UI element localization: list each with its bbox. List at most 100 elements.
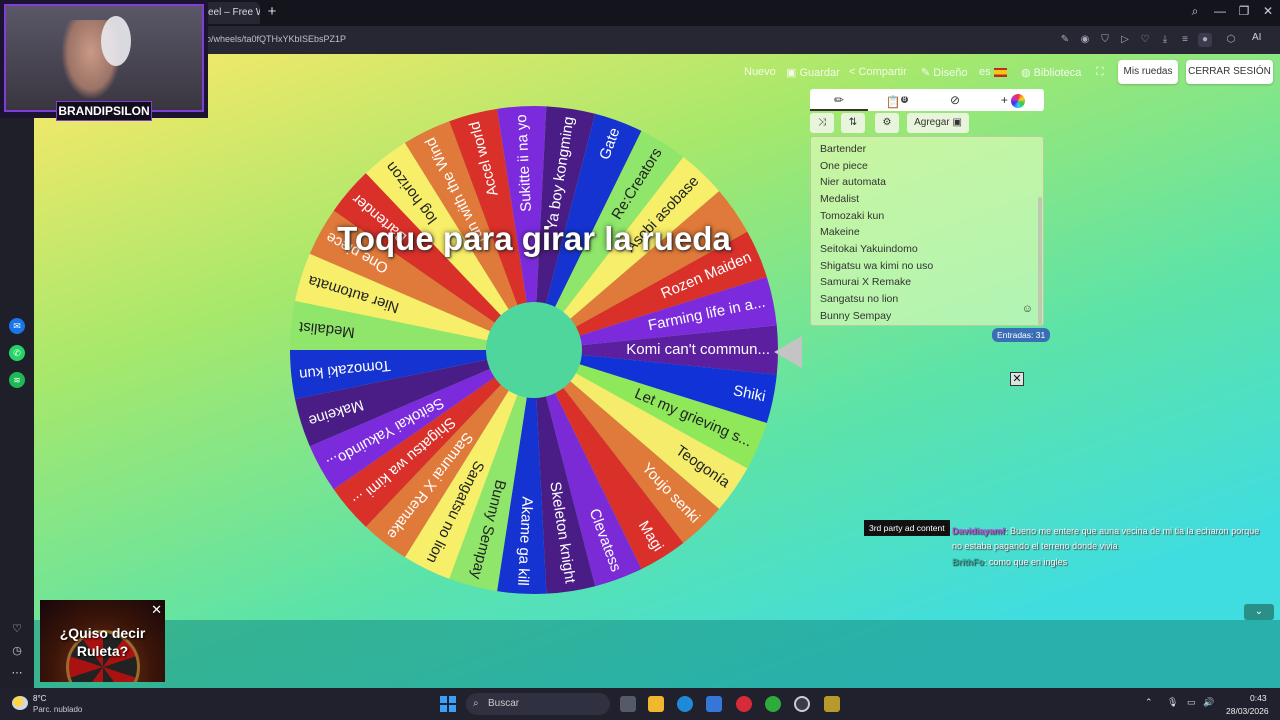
url-field[interactable]: o/wheels/ta0fQTHxYKbISEbsPZ1P — [206, 34, 346, 44]
tab-results[interactable]: 📋 8 — [868, 89, 926, 111]
results-badge: 8 — [900, 96, 909, 103]
compartir-label: Compartir — [858, 66, 907, 78]
webcam-overlay: BRANDIPSILON — [0, 0, 208, 121]
ad-banner[interactable]: ¿Quiso decir Ruleta? ✕ — [40, 600, 165, 682]
play-icon[interactable]: ▷ — [1118, 33, 1132, 47]
close-icon[interactable]: ✕ — [151, 602, 162, 618]
settings-button[interactable]: ⚙ — [875, 113, 899, 133]
entry-item: Bunny Sempay — [820, 310, 892, 322]
entry-item: Sangatsu no lion — [820, 293, 899, 305]
opera-gx-icon[interactable] — [736, 696, 752, 712]
new-tab-button[interactable]: + — [264, 4, 280, 20]
tab-hidden[interactable]: ⊘ — [926, 89, 984, 111]
chevron-up-icon[interactable]: ⌃ — [1145, 697, 1153, 708]
add-image-button[interactable]: Agregar ▣ — [907, 113, 969, 133]
diseno-link[interactable]: ✎ Diseño — [921, 66, 968, 79]
steam-icon[interactable] — [794, 696, 810, 712]
spin-wheel[interactable]: Komi can't commun...ShikiLet my grieving… — [288, 104, 780, 596]
extension-icon[interactable]: ⬡ — [1224, 33, 1238, 47]
clock-date[interactable]: 28/03/2026 — [1226, 706, 1269, 716]
weather-temp: 8°C — [33, 694, 47, 703]
start-icon[interactable] — [440, 696, 456, 712]
plus-icon: + — [1000, 93, 1008, 107]
biblioteca-link[interactable]: ◍ Biblioteca — [1021, 66, 1081, 79]
sort-icon: ⇅ — [848, 117, 858, 128]
entry-item: One piece — [820, 160, 868, 172]
entry-item: Makeine — [820, 226, 860, 238]
close-icon[interactable]: ✕ — [1010, 372, 1024, 386]
entry-item: Seitokai Yakuindomo — [820, 243, 918, 255]
entries-scrollbar[interactable] — [1038, 197, 1042, 325]
shuffle-icon: ⤨ — [818, 117, 826, 128]
messenger-icon[interactable]: ✉ — [9, 318, 25, 334]
profile-icon[interactable]: ● — [1198, 33, 1212, 47]
chat-text: como que en ingles — [989, 557, 1068, 567]
page-footer-band — [34, 620, 1280, 688]
shuffle-button[interactable]: ⤨ — [810, 113, 834, 133]
chevron-down-icon[interactable]: ⌄ — [1244, 604, 1274, 620]
spain-flag-icon — [993, 67, 1007, 77]
spin-prompt[interactable]: Toque para girar la rueda — [294, 220, 774, 258]
tab-add-color[interactable]: + — [984, 89, 1042, 111]
eye-off-icon: ⊘ — [949, 93, 961, 107]
chat-message: BrithFo: como que en ingles — [952, 557, 1068, 567]
chat-text-continued: no estaba pagando el terreno donde vivia — [952, 541, 1118, 551]
wheel-pointer — [774, 336, 802, 368]
ai-button[interactable]: AI — [1252, 32, 1261, 43]
guardar-link[interactable]: ▣ Guardar — [786, 66, 840, 79]
search-icon[interactable]: ⌕ — [1183, 4, 1207, 19]
shield-icon[interactable]: ⛉ — [1098, 33, 1112, 47]
emoji-icon[interactable]: ☺ — [1022, 303, 1033, 315]
clock-time[interactable]: 0:43 — [1250, 693, 1267, 703]
sort-button[interactable]: ⇅ — [841, 113, 865, 133]
heart-icon[interactable]: ♡ — [1138, 33, 1152, 47]
entries-textarea[interactable]: Bartender One piece Nier automata Medali… — [810, 136, 1044, 326]
volume-icon[interactable]: 🔊 — [1203, 697, 1214, 708]
close-window-button[interactable]: ✕ — [1256, 4, 1280, 18]
more-icon[interactable]: ⋯ — [10, 666, 24, 679]
entry-item: Tomozaki kun — [820, 210, 885, 222]
whatsapp-icon[interactable]: ✆ — [9, 345, 25, 361]
browser-tab[interactable]: eel – Free Wi — [200, 2, 260, 24]
wheel-center[interactable] — [486, 302, 582, 398]
history-icon[interactable]: ◷ — [10, 644, 24, 657]
cerrar-sesion-button[interactable]: CERRAR SESIÓN — [1186, 60, 1273, 84]
maximize-button[interactable]: ❐ — [1232, 4, 1256, 18]
streamer-name: BRANDIPSILON — [56, 101, 152, 121]
wheel-segment-label: Komi can't commun... — [626, 341, 770, 358]
tab-edit[interactable]: ✏ — [810, 89, 868, 111]
chat-message: Davidiayamf: Bueno me entere que auna ve… — [952, 526, 1260, 536]
entry-item: Medalist — [820, 193, 860, 205]
file-explorer-icon[interactable] — [648, 696, 664, 712]
language-label: es — [979, 66, 991, 78]
heart-icon[interactable]: ♡ — [10, 622, 24, 635]
spotify-icon[interactable]: ≋ — [9, 372, 25, 388]
xbox-icon[interactable] — [765, 696, 781, 712]
fullscreen-icon[interactable]: ⛶ — [1096, 66, 1104, 79]
chat-username: BrithFo — [952, 557, 984, 567]
language-selector[interactable]: es — [979, 66, 1007, 78]
menu-icon[interactable]: ≡ — [1178, 33, 1192, 47]
download-icon[interactable]: ⤓ — [1158, 33, 1172, 47]
task-view-icon[interactable] — [620, 696, 636, 712]
microphone-icon[interactable]: 🎙 — [1167, 697, 1178, 708]
taskbar: 8°C Parc. nublado ⌕ Buscar ⌃ 🎙 ▭ 🔊 0:43 … — [0, 688, 1280, 720]
compartir-link[interactable]: < Compartir — [849, 66, 907, 78]
mis-ruedas-button[interactable]: Mis ruedas — [1118, 60, 1178, 84]
nuevo-link[interactable]: Nuevo — [744, 66, 776, 78]
entry-item: Samurai X Remake — [820, 276, 912, 288]
network-icon[interactable]: ▭ — [1187, 697, 1196, 708]
search-icon: ⌕ — [473, 698, 479, 709]
store-icon[interactable] — [706, 696, 722, 712]
app-icon[interactable] — [824, 696, 840, 712]
weather-icon — [12, 696, 28, 710]
weather-desc: Parc. nublado — [33, 705, 83, 714]
search-placeholder: Buscar — [488, 698, 520, 709]
color-wheel-icon — [1011, 93, 1026, 108]
panel-tab-bar: ✏ 📋 8 ⊘ + — [810, 89, 1044, 111]
camera-icon[interactable]: ◉ — [1078, 33, 1092, 47]
minimize-button[interactable]: — — [1208, 4, 1232, 18]
taskbar-search[interactable]: ⌕ Buscar — [466, 693, 610, 715]
edge-icon[interactable] — [677, 696, 693, 712]
edit-icon[interactable]: ✎ — [1058, 33, 1072, 47]
